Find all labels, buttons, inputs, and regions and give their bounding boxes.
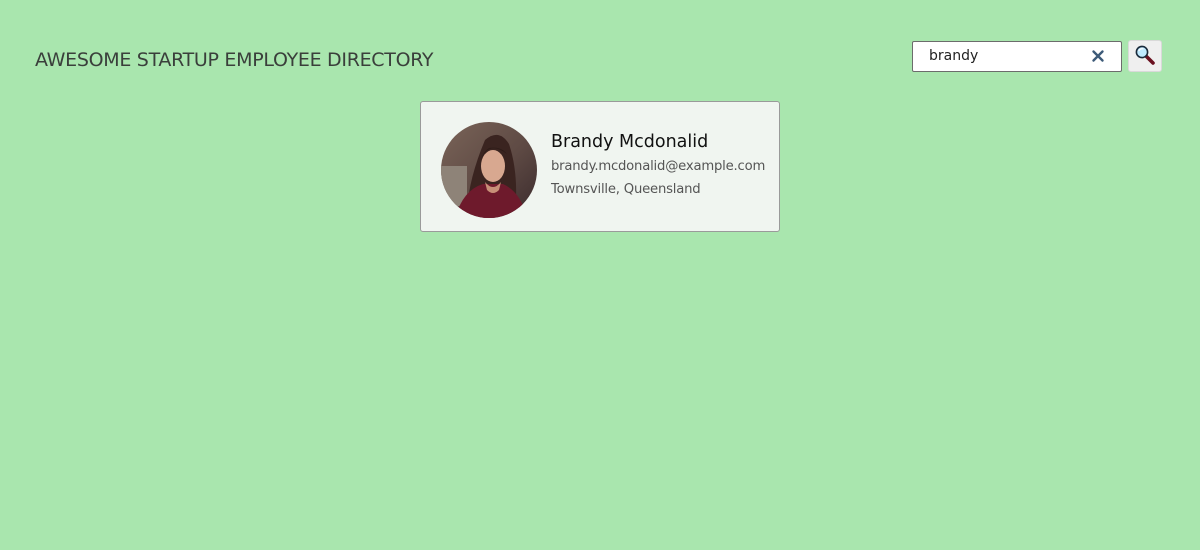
page-title: AWESOME STARTUP EMPLOYEE DIRECTORY [35, 49, 434, 71]
employee-name: Brandy Mcdonalid [551, 132, 709, 152]
search-input[interactable] [929, 41, 1089, 71]
avatar [441, 122, 537, 218]
search-box [912, 40, 1122, 72]
search-form [912, 40, 1162, 72]
card-info: Brandy Mcdonalid brandy.mcdonalid@exampl… [551, 130, 765, 200]
employee-email: brandy.mcdonalid@example.com [551, 159, 766, 174]
search-icon [1134, 44, 1156, 69]
employee-card[interactable]: Brandy Mcdonalid brandy.mcdonalid@exampl… [420, 101, 780, 232]
close-icon[interactable] [1090, 48, 1106, 64]
employee-location: Townsville, Queensland [551, 182, 701, 197]
search-button[interactable] [1128, 40, 1162, 72]
